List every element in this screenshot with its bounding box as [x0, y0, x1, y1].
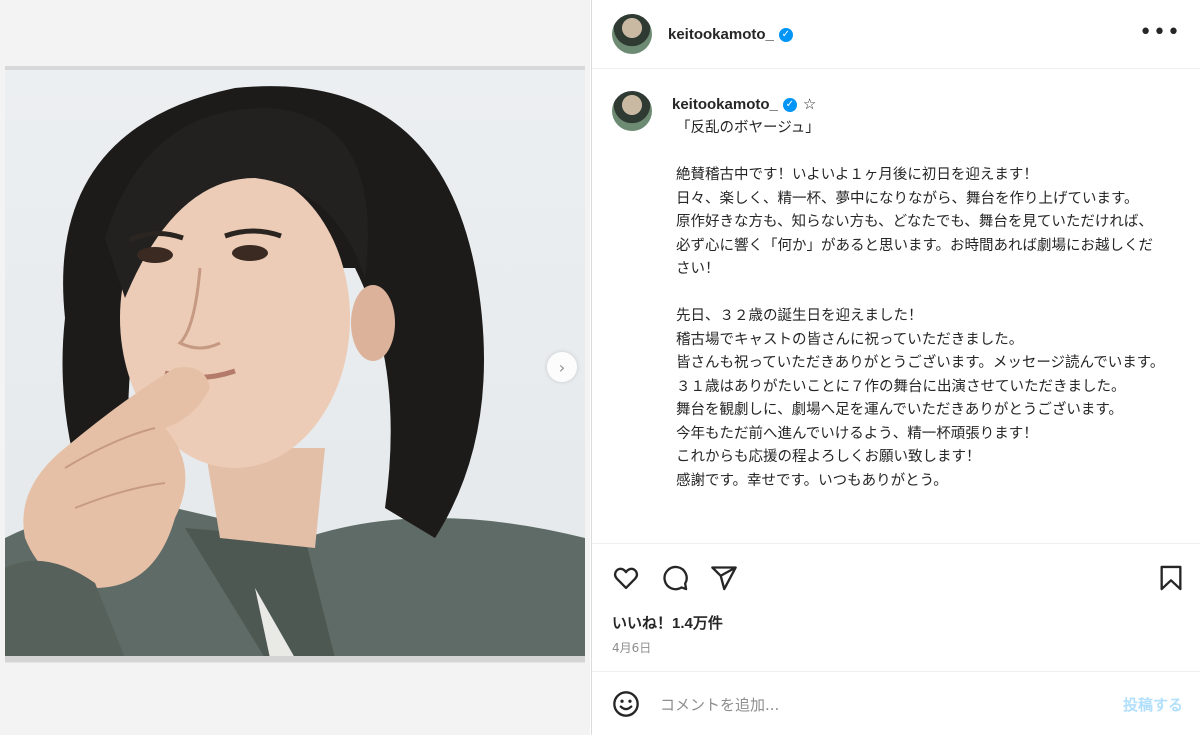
- caption-line: 先日、３２歳の誕生日を迎えました！: [676, 308, 923, 324]
- caption-line: 稽古場でキャストの皆さんに祝っていただきました。: [676, 331, 1024, 348]
- caption-area: keitookamoto_ ✓ ☆ 「反乱のボヤージュ」 絶賛稽古中です！いよいよ１…: [592, 69, 1200, 543]
- action-bar: いいね！1.4万件 4月6日: [592, 543, 1200, 672]
- post-header: keitookamoto_ ✓ •••: [592, 0, 1200, 69]
- caption-line: 原作好きな方も、知らない方も、どなたでも、舞台を見ていただければ、必ず心に響く「…: [676, 214, 1154, 277]
- username-link[interactable]: keitookamoto_: [668, 26, 774, 43]
- chevron-right-icon: ›: [558, 357, 566, 377]
- share-icon[interactable]: [710, 564, 738, 592]
- post-comment-button[interactable]: 投稿する: [1123, 694, 1183, 715]
- like-count[interactable]: いいね！1.4万件: [612, 612, 723, 633]
- caption-line: 感謝です。幸せです。いつもありがとう。: [676, 472, 948, 489]
- photo-frame-bottom: [5, 656, 585, 662]
- caption-line: 皆さんも祝っていただきありがとうございます。メッセージ読んでいます。: [676, 355, 1165, 371]
- verified-badge-icon: ✓: [778, 27, 793, 42]
- caption-line: 「反乱のボヤージュ」: [676, 120, 820, 136]
- heart-icon[interactable]: [612, 564, 640, 592]
- caption-line: 日々、楽しく、精一杯、夢中になりながら、舞台を作り上げています。: [676, 190, 1139, 207]
- comment-input[interactable]: [658, 690, 1082, 720]
- header-user: keitookamoto_ ✓: [668, 24, 793, 43]
- bookmark-icon[interactable]: [1157, 564, 1185, 592]
- avatar[interactable]: [612, 14, 652, 54]
- caption-username-link[interactable]: keitookamoto_: [672, 96, 778, 113]
- star-icon: ☆: [802, 95, 817, 113]
- caption-avatar[interactable]: [612, 91, 652, 131]
- comment-bar: 投稿する: [592, 671, 1200, 736]
- post-viewer: › keitookamoto_ ✓ ••• keitookamoto_ ✓ ☆ 「反乱…: [0, 0, 1200, 735]
- portrait-photo: [5, 86, 585, 658]
- caption-line: 舞台を観劇しに、劇場へ足を運んでいただきありがとうございます。: [676, 402, 1123, 418]
- caption-line: 絶賛稽古中です！いよいよ１ヶ月後に初日を迎えます！: [676, 167, 1038, 183]
- caption-line: 今年もただ前へ進んでいけるよう、精一杯頑張ります！: [676, 425, 1038, 442]
- post-date: 4月6日: [612, 641, 652, 655]
- comment-icon[interactable]: [661, 564, 689, 592]
- post-media[interactable]: ›: [0, 0, 590, 735]
- caption-line: ３１歳はありがたいことに７作の舞台に出演させていただきました。: [676, 378, 1126, 395]
- emoji-icon[interactable]: [612, 690, 640, 718]
- post-sidebar: keitookamoto_ ✓ ••• keitookamoto_ ✓ ☆ 「反乱のボ…: [591, 0, 1200, 735]
- verified-badge-icon: ✓: [782, 97, 797, 112]
- caption-line: これからも応援の程よろしくお願い致します！: [676, 449, 981, 465]
- caption-header: keitookamoto_ ✓ ☆: [672, 94, 816, 113]
- caption-text: 「反乱のボヤージュ」 絶賛稽古中です！いよいよ１ヶ月後に初日を迎えます！ 日々、…: [676, 117, 1166, 493]
- more-options-icon[interactable]: •••: [1139, 20, 1181, 45]
- carousel-next-button[interactable]: ›: [547, 352, 577, 382]
